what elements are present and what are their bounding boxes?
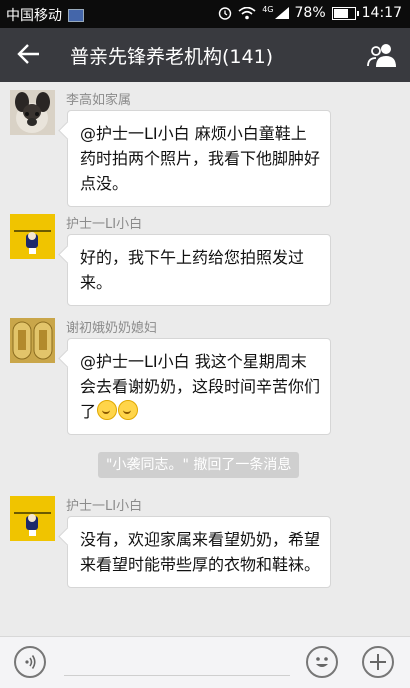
carrier-label: 中国移动 [6, 8, 62, 24]
avatar[interactable] [10, 496, 55, 541]
network-type-label: 4G [262, 5, 274, 14]
input-bar [0, 636, 410, 688]
back-arrow-icon[interactable] [14, 39, 44, 69]
sender-name: 护士一LI小白 [66, 217, 143, 232]
message-bubble[interactable]: @护士一LI小白 我这个星期周末会去看谢奶奶，这段时间辛苦你们了 [67, 338, 331, 435]
status-bar: 中国移动 4G 78% 14:17 [0, 0, 410, 28]
sender-name: 护士一LI小白 [66, 499, 143, 514]
battery-percent: 78% [294, 5, 326, 21]
image-notification-icon [68, 8, 84, 22]
clock-time: 14:17 [361, 5, 402, 21]
signal-icon: 4G [262, 5, 289, 19]
avatar[interactable] [10, 318, 55, 363]
battery-icon [331, 6, 359, 20]
message-bubble[interactable]: 好的，我下午上药给您拍照发过来。 [67, 234, 331, 306]
plus-icon[interactable] [362, 646, 394, 678]
message-bubble[interactable]: 没有，欢迎家属来看望奶奶，希望来看望时能带些厚的衣物和鞋袜。 [67, 516, 331, 588]
avatar[interactable] [10, 90, 55, 135]
chat-header: 普亲先锋养老机构(141) [0, 28, 410, 82]
recall-notice: "小袭同志。" 撤回了一条消息 [98, 452, 300, 478]
message-input[interactable] [64, 675, 290, 676]
smile-emoji-icon [97, 400, 118, 420]
wifi-icon [238, 6, 256, 19]
voice-icon[interactable] [14, 646, 46, 678]
group-people-icon[interactable] [366, 40, 398, 70]
message-bubble[interactable]: @护士一LI小白 麻烦小白童鞋上药时拍两个照片，我看下他脚肿好点没。 [67, 110, 331, 207]
chat-title: 普亲先锋养老机构(141) [70, 46, 274, 68]
emoji-icon[interactable] [306, 646, 338, 678]
sender-name: 李高如家属 [66, 93, 132, 108]
sender-name: 谢初娥奶奶媳妇 [66, 321, 158, 336]
smile-emoji-icon [118, 400, 139, 420]
alarm-icon [219, 7, 232, 20]
avatar[interactable] [10, 214, 55, 259]
